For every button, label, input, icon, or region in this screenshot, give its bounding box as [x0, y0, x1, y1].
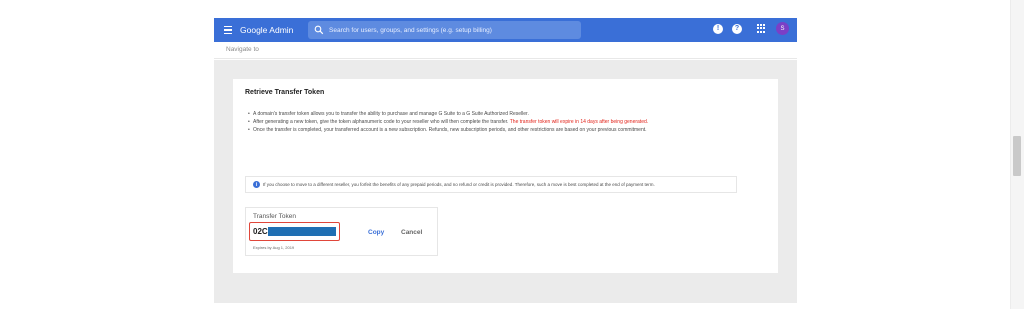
- search-input[interactable]: Search for users, groups, and settings (…: [308, 21, 581, 39]
- info-notice: i If you choose to move to a different r…: [245, 176, 737, 193]
- info-text: If you choose to move to a different res…: [263, 182, 655, 187]
- apps-icon[interactable]: [757, 23, 767, 34]
- info-bullets: A domain's transfer token allows you to …: [248, 110, 718, 134]
- notifications-icon[interactable]: !: [713, 23, 723, 34]
- top-app-bar: Google Admin Search for users, groups, a…: [214, 18, 797, 42]
- expiry-date: Expires by Aug 1, 2019: [253, 245, 295, 250]
- redaction-block: [267, 227, 336, 236]
- copy-button[interactable]: Copy: [368, 229, 384, 236]
- card-title: Retrieve Transfer Token: [245, 89, 325, 96]
- bullet-item: Once the transfer is completed, your tra…: [248, 126, 718, 134]
- token-field[interactable]: 02C: [249, 222, 340, 241]
- cancel-button[interactable]: Cancel: [401, 229, 422, 236]
- divider: [214, 58, 797, 59]
- search-placeholder: Search for users, groups, and settings (…: [329, 26, 492, 34]
- help-icon[interactable]: ?: [732, 23, 742, 34]
- scrollbar-thumb[interactable]: [1013, 136, 1021, 176]
- bullet-item: A domain's transfer token allows you to …: [248, 110, 718, 118]
- topbar-actions: ! ? S: [713, 22, 789, 35]
- menu-icon[interactable]: [224, 23, 238, 37]
- app-brand[interactable]: Google Admin: [240, 25, 293, 35]
- token-value: 02C: [253, 227, 268, 236]
- navigate-to-link[interactable]: Navigate to: [226, 46, 259, 53]
- bullet-item: After generating a new token, give the t…: [248, 118, 718, 126]
- page: Google Admin Search for users, groups, a…: [0, 0, 1024, 309]
- avatar[interactable]: S: [776, 22, 789, 35]
- expiry-warning: The transfer token will expire in 14 day…: [509, 119, 649, 125]
- search-icon: [314, 25, 324, 35]
- info-icon: i: [253, 181, 260, 188]
- token-label: Transfer Token: [253, 213, 296, 220]
